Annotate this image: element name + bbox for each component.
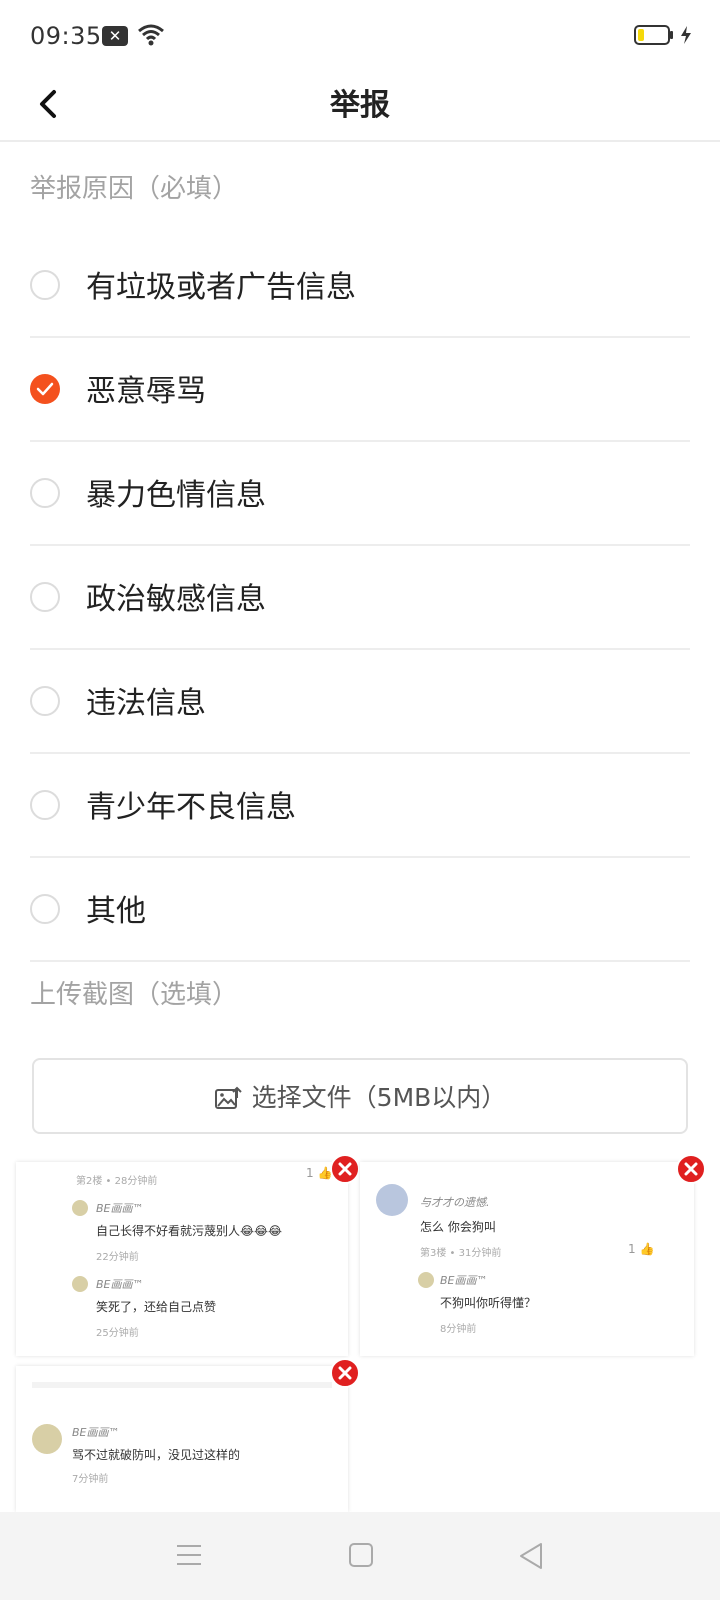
comment-author: BE画画™ <box>72 1426 120 1439</box>
radio-button[interactable] <box>30 582 60 612</box>
reason-option-spam[interactable]: 有垃圾或者广告信息 <box>30 234 690 338</box>
check-icon <box>36 382 54 396</box>
comment-meta: 第2楼 • 28分钟前 <box>76 1176 158 1187</box>
divider <box>32 1382 332 1388</box>
radio-button[interactable] <box>30 894 60 924</box>
close-icon <box>338 1366 352 1380</box>
upload-screenshot-label: 上传截图（选填） <box>30 980 239 1010</box>
reason-option-abuse[interactable]: 恶意辱骂 <box>30 338 690 442</box>
menu-icon[interactable] <box>176 1542 202 1568</box>
avatar <box>418 1272 434 1288</box>
remove-screenshot-3-button[interactable] <box>330 1358 360 1388</box>
reason-label: 其他 <box>86 894 146 929</box>
screenshot-thumbnail-3[interactable]: BE画画™ 骂不过就破防叫，没见过这样的 7分钟前 <box>16 1366 348 1512</box>
remove-screenshot-2-button[interactable] <box>676 1154 706 1184</box>
thumb-up-icon: 1 👍 <box>306 1166 333 1180</box>
remove-screenshot-1-button[interactable] <box>330 1154 360 1184</box>
status-time: 09:35 <box>30 22 102 50</box>
comment-author: 与才才の遗憾. <box>420 1196 490 1209</box>
comment-meta: 7分钟前 <box>72 1474 109 1485</box>
reason-list: 有垃圾或者广告信息 恶意辱骂 暴力色情信息 政治敏感信息 违法信息 青少年不良信… <box>30 234 690 962</box>
radio-button[interactable] <box>30 686 60 716</box>
radio-button[interactable] <box>30 478 60 508</box>
reason-option-political[interactable]: 政治敏感信息 <box>30 546 690 650</box>
screenshot-thumbnail-1[interactable]: 第2楼 • 28分钟前 1 👍 BE画画™ 自己长得不好看就污蔑别人😂😂😂 22… <box>16 1162 348 1356</box>
image-upload-icon <box>214 1086 242 1109</box>
choose-file-button[interactable]: 选择文件（5MB以内） <box>32 1058 688 1134</box>
avatar <box>32 1424 62 1454</box>
back-triangle-icon[interactable] <box>518 1542 544 1570</box>
avatar <box>376 1184 408 1216</box>
close-icon <box>338 1162 352 1176</box>
system-navigation-bar <box>0 1512 720 1600</box>
comment-text: 怎么 你会狗叫 <box>420 1220 496 1234</box>
comment-text: 不狗叫你听得懂？ <box>440 1296 537 1310</box>
radio-button[interactable] <box>30 790 60 820</box>
comment-text: 笑死了，还给自己点赞 <box>96 1300 217 1314</box>
comment-meta: 第3楼 • 31分钟前 <box>420 1248 502 1259</box>
reason-label: 青少年不良信息 <box>86 790 296 825</box>
avatar <box>72 1276 88 1292</box>
comment-meta: 22分钟前 <box>96 1252 139 1263</box>
screenshot-thumbnail-2[interactable]: 与才才の遗憾. 怎么 你会狗叫 第3楼 • 31分钟前 1 👍 BE画画™ 不狗… <box>360 1162 694 1356</box>
reason-label: 政治敏感信息 <box>86 582 266 617</box>
comment-author: BE画画™ <box>96 1202 144 1215</box>
radio-button-checked[interactable] <box>30 374 60 404</box>
reason-label: 恶意辱骂 <box>86 374 206 409</box>
reason-option-illegal[interactable]: 违法信息 <box>30 650 690 754</box>
charging-icon <box>681 26 691 44</box>
comment-author: BE画画™ <box>440 1274 488 1287</box>
home-square-icon[interactable] <box>348 1542 374 1568</box>
reason-label: 违法信息 <box>86 686 206 721</box>
battery-icon <box>634 25 673 45</box>
comment-meta: 8分钟前 <box>440 1324 477 1335</box>
notification-icon: ✕ <box>102 26 128 46</box>
reason-option-other[interactable]: 其他 <box>30 858 690 962</box>
avatar <box>72 1200 88 1216</box>
close-icon <box>684 1162 698 1176</box>
thumb-up-icon: 1 👍 <box>628 1242 655 1256</box>
radio-button[interactable] <box>30 270 60 300</box>
comment-text: 骂不过就破防叫，没见过这样的 <box>72 1448 241 1462</box>
comment-text: 自己长得不好看就污蔑别人😂😂😂 <box>96 1224 283 1238</box>
title-bar: 举报 <box>0 72 720 142</box>
reason-label: 有垃圾或者广告信息 <box>86 270 356 305</box>
status-bar: 09:35 ✕ <box>0 0 720 72</box>
comment-author: BE画画™ <box>96 1278 144 1291</box>
page-title: 举报 <box>330 88 390 123</box>
comment-meta: 25分钟前 <box>96 1328 139 1339</box>
reason-option-violence[interactable]: 暴力色情信息 <box>30 442 690 546</box>
report-reason-label: 举报原因（必填） <box>30 174 239 204</box>
reason-option-youth[interactable]: 青少年不良信息 <box>30 754 690 858</box>
choose-file-label: 选择文件（5MB以内） <box>251 1083 507 1112</box>
reason-label: 暴力色情信息 <box>86 478 266 513</box>
wifi-icon <box>138 24 164 46</box>
